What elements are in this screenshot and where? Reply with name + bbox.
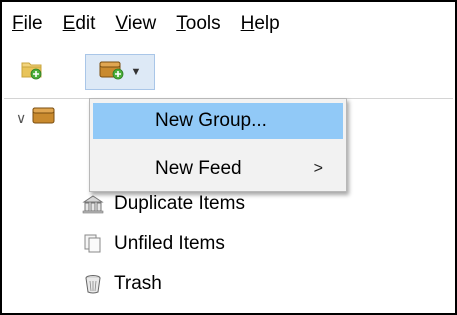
menu-tools[interactable]: Tools [176,13,220,35]
tree-row-duplicate-items[interactable]: Duplicate Items [80,193,245,215]
tree-label: Unfiled Items [114,233,225,254]
menu-help[interactable]: Help [241,13,280,35]
menu-edit[interactable]: Edit [63,13,96,35]
menu-file[interactable]: File [12,13,43,35]
app-window: File Edit View Tools Help ▼ ∨ Duplicate … [0,0,457,315]
tree-row-my-library[interactable]: ∨ [16,105,56,131]
chevron-down-icon[interactable]: ∨ [16,110,26,127]
new-collection-button[interactable] [14,54,50,90]
tree-row-trash[interactable]: Trash [80,273,162,295]
trash-icon [80,273,106,295]
menu-item-new-group[interactable]: New Group... [93,103,343,139]
unfiled-icon [80,233,106,255]
chevron-right-icon: > [313,160,323,177]
tree-row-unfiled-items[interactable]: Unfiled Items [80,233,225,255]
menu-item-new-feed[interactable]: New Feed > [93,151,343,187]
library-icon [32,105,56,131]
duplicate-icon [80,193,106,215]
menu-view[interactable]: View [115,13,156,35]
new-library-dropdown-menu: New Group... New Feed > [89,98,347,192]
menu-item-label: New Feed [155,158,242,179]
new-library-button[interactable]: ▼ [85,54,155,90]
toolbar: ▼ [4,46,453,96]
folder-add-icon [21,60,43,85]
library-add-icon [99,59,125,86]
tree-label: Duplicate Items [114,193,245,214]
tree-label: Trash [114,273,162,294]
chevron-down-icon: ▼ [130,66,142,78]
menu-bar: File Edit View Tools Help [4,4,453,44]
menu-item-label: New Group... [155,110,267,131]
